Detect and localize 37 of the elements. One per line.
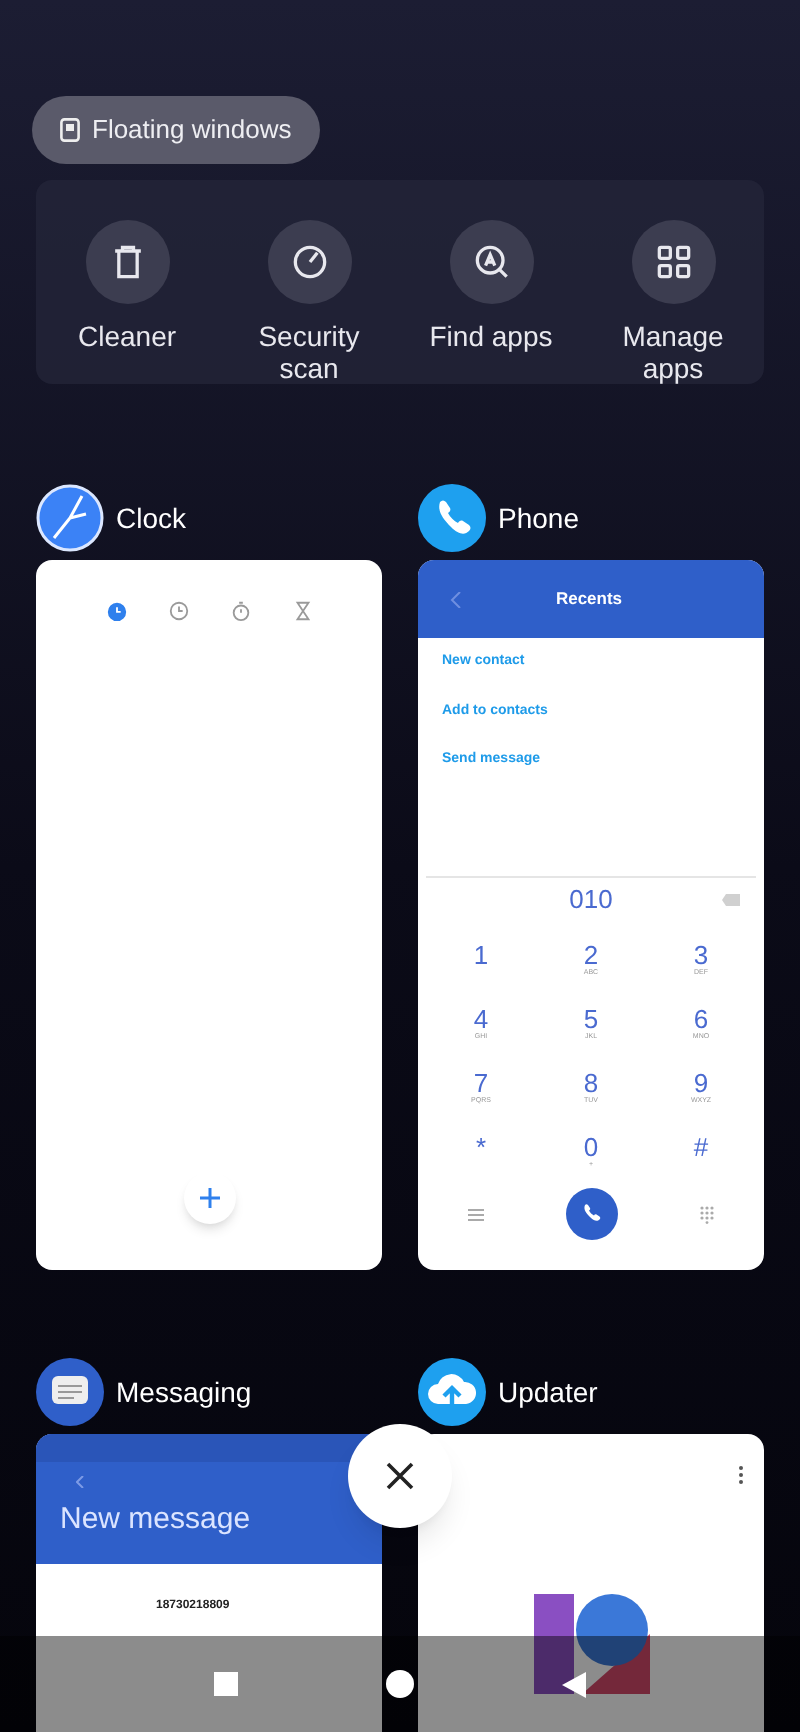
quick-action[interactable]: Security scan bbox=[218, 220, 400, 384]
dial-key[interactable]: # bbox=[646, 1134, 756, 1180]
hourglass-tab-icon[interactable] bbox=[291, 600, 313, 622]
updater-logo-icon bbox=[534, 1594, 650, 1694]
more-icon[interactable] bbox=[738, 1466, 744, 1484]
phone-icon bbox=[579, 1202, 604, 1226]
dial-key[interactable]: 1 bbox=[426, 942, 536, 988]
dial-key[interactable]: * bbox=[426, 1134, 536, 1180]
window-icon bbox=[60, 118, 80, 142]
cloud-upload-app-icon bbox=[418, 1358, 486, 1426]
back-icon[interactable] bbox=[562, 1671, 586, 1697]
clock-app-icon bbox=[36, 484, 104, 552]
app-name: Phone bbox=[498, 499, 579, 537]
dialed-number: 010 bbox=[569, 882, 613, 919]
updater-preview[interactable] bbox=[418, 1434, 764, 1732]
dialpad-icon[interactable] bbox=[700, 1205, 715, 1223]
plus-icon bbox=[197, 1186, 221, 1210]
chat-app-icon bbox=[36, 1358, 104, 1426]
header-title: New message bbox=[60, 1504, 253, 1534]
clock-tab-icon[interactable] bbox=[167, 600, 189, 622]
stopwatch-tab-icon[interactable] bbox=[229, 600, 251, 622]
backspace-icon[interactable] bbox=[722, 894, 740, 906]
floating-windows-button[interactable]: Floating windows bbox=[32, 96, 320, 164]
app-name: Messaging bbox=[116, 1373, 252, 1412]
quick-action[interactable]: Cleaner bbox=[36, 220, 218, 384]
app-name: Clock bbox=[116, 499, 187, 537]
header-title: Recents bbox=[553, 586, 625, 612]
call-button[interactable] bbox=[565, 1188, 618, 1240]
alarm-tab-icon[interactable] bbox=[105, 600, 127, 622]
quick-action[interactable]: Manage apps bbox=[582, 220, 764, 384]
app-name: Updater bbox=[498, 1373, 598, 1412]
home-icon[interactable] bbox=[386, 1670, 414, 1698]
phone-app-icon bbox=[418, 484, 486, 552]
quick-action[interactable]: Find apps bbox=[400, 220, 582, 384]
close-icon bbox=[386, 1462, 414, 1490]
add-button[interactable] bbox=[183, 1172, 235, 1224]
menu-icon[interactable] bbox=[467, 1207, 484, 1221]
